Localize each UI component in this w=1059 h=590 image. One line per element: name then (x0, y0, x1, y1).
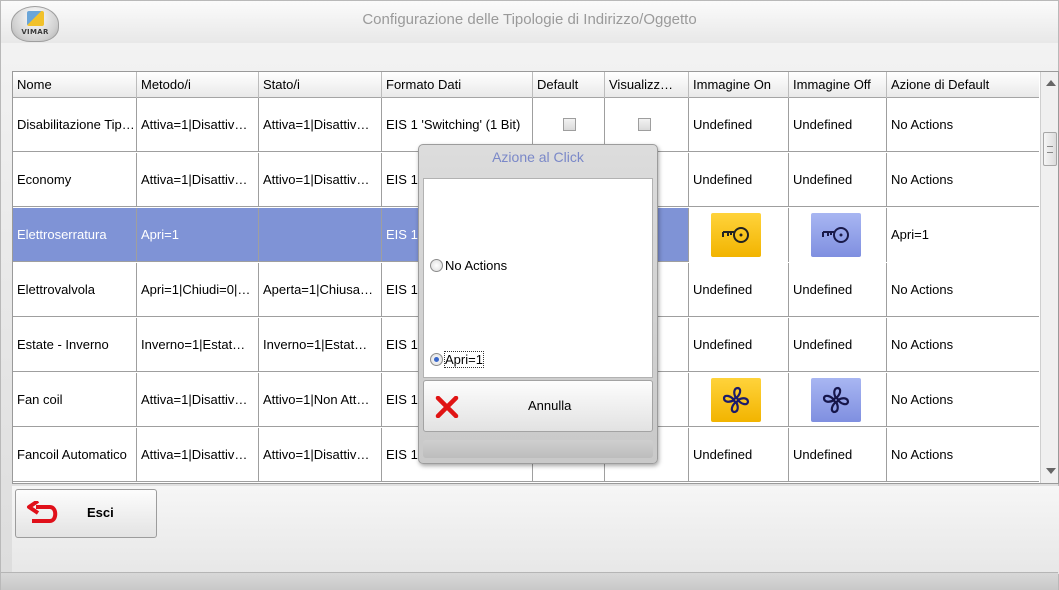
cancel-button[interactable]: Annulla (423, 380, 653, 432)
cell-stato (259, 208, 382, 262)
image-off-box[interactable] (811, 378, 861, 422)
window-title: Configurazione delle Tipologie di Indiri… (362, 11, 697, 28)
cell-stato: Aperta=1|Chiusa… (259, 263, 382, 317)
cell-nome (13, 483, 137, 484)
column-header-metodo[interactable]: Metodo/i (137, 72, 259, 98)
dialog-title: Azione al Click (492, 149, 584, 165)
cell-azione: No Actions (891, 117, 954, 132)
cell-nome: Estate - Inverno (13, 318, 137, 372)
cell-metodo: Apri=1|Chiudi=0|… (137, 263, 259, 317)
cell-azione: No Actions (891, 172, 954, 187)
cell-immagine-on (689, 373, 789, 427)
column-header-azione-default[interactable]: Azione di Default (887, 72, 1039, 98)
main-window: VIMAR Configurazione delle Tipologie di … (0, 0, 1059, 590)
default-checkbox[interactable] (563, 118, 576, 131)
status-bar (1, 572, 1058, 590)
dialog-footer (423, 440, 653, 458)
exit-button-label: Esci (87, 505, 114, 520)
cell-immagine-on: Undefined (689, 98, 789, 152)
column-header-visualizza[interactable]: Visualizz… (605, 72, 689, 98)
cell-stato (259, 483, 382, 484)
grid-header: Nome Metodo/i Stato/i Formato Dati Defau… (13, 72, 1039, 98)
cell-nome: Elettroserratura (13, 208, 137, 262)
cell-nome: Elettrovalvola (13, 263, 137, 317)
cell-immagine-off: Undefined (789, 263, 887, 317)
option-label: Apri=1 (444, 351, 484, 368)
cell-immagine-on: Undefined (689, 153, 789, 207)
vertical-scrollbar[interactable] (1040, 72, 1058, 483)
fan-icon (822, 386, 850, 414)
cell-default (533, 483, 605, 484)
cell-metodo (137, 483, 259, 484)
cell-immagine-off: Undefined (789, 428, 887, 482)
option-label: No Actions (445, 258, 508, 273)
cell-metodo: Attiva=1|Disattiv… (137, 153, 259, 207)
title-bar: VIMAR Configurazione delle Tipologie di … (1, 1, 1058, 43)
cell-immagine-on (689, 483, 789, 484)
cell-immagine-off (789, 208, 887, 262)
key-lock-icon (822, 227, 849, 243)
column-header-immagine-off[interactable]: Immagine Off (789, 72, 887, 98)
cell-stato: Attiva=1|Disattiv… (259, 98, 382, 152)
column-header-nome[interactable]: Nome (13, 72, 137, 98)
fan-icon (722, 386, 750, 414)
cell-immagine-off: Undefined (789, 153, 887, 207)
close-icon (435, 396, 459, 418)
cell-metodo: Apri=1 (137, 208, 259, 262)
back-arrow-icon (27, 501, 58, 523)
column-header-default[interactable]: Default (533, 72, 605, 98)
image-off-box[interactable] (811, 213, 861, 257)
cell-immagine-on (689, 208, 789, 262)
cell-azione (887, 483, 1039, 484)
scroll-up-icon[interactable] (1046, 80, 1056, 86)
cell-nome: Fan coil (13, 373, 137, 427)
cell-immagine-on: Undefined (689, 318, 789, 372)
visualizza-checkbox[interactable] (638, 118, 651, 131)
cell-metodo: Attiva=1|Disattiv… (137, 428, 259, 482)
exit-button[interactable]: Esci (15, 489, 157, 538)
cell-immagine-on: Undefined (689, 263, 789, 317)
command-bar: Esci (12, 486, 1059, 574)
cell-immagine-on: Undefined (689, 428, 789, 482)
cell-azione: No Actions (891, 392, 954, 407)
cell-visualizza (605, 483, 689, 484)
cell-nome: Fancoil Automatico (13, 428, 137, 482)
dialog-options-panel: No Actions Apri=1 (423, 178, 653, 378)
cell-azione: No Actions (891, 282, 954, 297)
radio-apri[interactable] (430, 353, 443, 366)
scroll-thumb[interactable] (1043, 132, 1057, 166)
cell-stato: Attivo=1|Non Att… (259, 373, 382, 427)
click-action-dialog: Azione al Click No Actions Apri=1 Annull… (418, 144, 658, 464)
cell-metodo: Attiva=1|Disattiv… (137, 98, 259, 152)
scroll-down-icon[interactable] (1046, 468, 1056, 474)
cell-nome: Disabilitazione Tip… (13, 98, 137, 152)
vimar-logo-text: VIMAR (21, 28, 49, 36)
column-header-stato[interactable]: Stato/i (259, 72, 382, 98)
cell-nome: Economy (13, 153, 137, 207)
key-lock-icon (722, 227, 749, 243)
table-row-partial[interactable] (13, 483, 1039, 484)
column-header-formato[interactable]: Formato Dati (382, 72, 533, 98)
cell-azione: No Actions (891, 447, 954, 462)
cell-immagine-off: Undefined (789, 318, 887, 372)
cell-stato: Attivo=1|Disattiv… (259, 153, 382, 207)
cell-azione: Apri=1 (887, 208, 1039, 262)
cancel-button-label: Annulla (528, 398, 572, 413)
cell-metodo: Inverno=1|Estat… (137, 318, 259, 372)
cell-azione: No Actions (891, 337, 954, 352)
cell-immagine-off: Undefined (789, 98, 887, 152)
cell-immagine-off (789, 373, 887, 427)
cell-metodo: Attiva=1|Disattiv… (137, 373, 259, 427)
image-on-box[interactable] (711, 378, 761, 422)
cell-immagine-off (789, 483, 887, 484)
cell-stato: Attivo=1|Disattiv… (259, 428, 382, 482)
column-header-immagine-on[interactable]: Immagine On (689, 72, 789, 98)
radio-no-actions[interactable] (430, 259, 443, 272)
cell-stato: Inverno=1|Estat… (259, 318, 382, 372)
cell-formato (382, 483, 533, 484)
image-on-box[interactable] (711, 213, 761, 257)
